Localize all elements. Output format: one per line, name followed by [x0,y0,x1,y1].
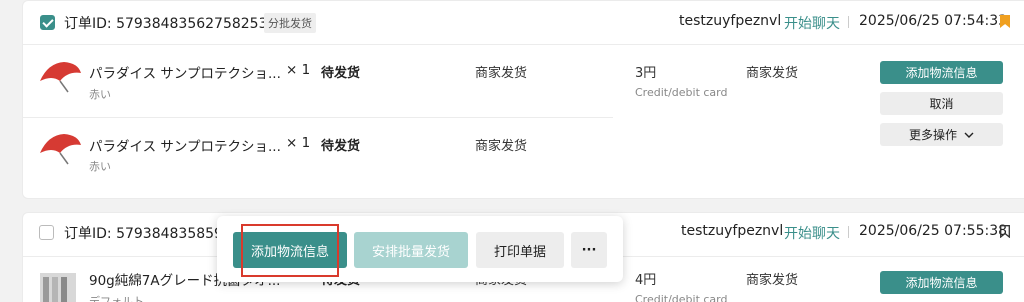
add-logistics-button[interactable]: 添加物流信息 [880,271,1003,294]
order-checkbox[interactable] [40,15,55,30]
order-checkbox[interactable] [39,225,54,240]
header-separator [848,16,849,28]
product-variant: 赤い [89,88,111,101]
towel-product-image [40,273,76,302]
product-name[interactable]: パラダイス サンプロテクショ... [89,62,281,82]
payment-method: Credit/debit card [635,86,728,99]
more-actions-label: 更多操作 [908,128,957,142]
start-chat-link[interactable]: 开始聊天 [784,13,840,33]
fulfillment-type: 商家发货 [746,66,799,81]
print-documents-button[interactable]: 打印单据 [476,232,564,268]
fulfillment-type: 商家发货 [746,273,799,288]
cancel-button[interactable]: 取消 [880,92,1003,115]
product-variant: 赤い [89,160,111,173]
highlight-box [241,224,339,277]
bookmark-outline-icon[interactable] [1000,225,1010,238]
item-divider [23,117,613,118]
shipping-method: 商家发货 [475,139,528,154]
order-card: 订单ID: 579384835627582535 分批发货 testzuyfpe… [22,0,1024,199]
product-quantity: × 1 [286,135,311,151]
order-id: 订单ID: 579384835627582535 [64,16,277,32]
order-date: 2025/06/25 07:55:38 [859,223,1008,239]
partial-shipment-tag: 分批发货 [264,13,316,33]
order-status: 待发货 [321,66,361,81]
order-status: 待发货 [321,139,361,154]
buyer-username: testzuyfpeznvl [679,13,782,29]
buyer-username: testzuyfpeznvl [681,223,784,239]
start-chat-link[interactable]: 开始聊天 [784,223,840,243]
order-price: 4円 [635,273,657,288]
product-quantity: × 1 [286,62,311,78]
shipping-method: 商家发货 [475,66,528,81]
more-actions-button[interactable]: 更多操作 [880,123,1003,146]
order-date: 2025/06/25 07:54:33 [859,13,1008,29]
order-price: 3円 [635,66,657,81]
product-variant: デフォルト [89,295,144,302]
chevron-down-icon [964,132,974,138]
order-header: 订单ID: 579384835627582535 分批发货 testzuyfpe… [23,1,1024,45]
header-separator [848,226,849,238]
bookmark-icon[interactable] [1000,15,1010,28]
umbrella-product-image [40,62,81,93]
order-id: 订单ID: 5793848358597 [64,226,232,242]
arrange-batch-shipping-button[interactable]: 安排批量发货 [354,232,468,268]
payment-method: Credit/debit card [635,293,728,302]
more-options-button[interactable]: ··· [571,232,607,268]
product-name[interactable]: パラダイス サンプロテクショ... [89,135,281,155]
add-logistics-button[interactable]: 添加物流信息 [880,61,1003,84]
umbrella-product-image [40,134,81,165]
